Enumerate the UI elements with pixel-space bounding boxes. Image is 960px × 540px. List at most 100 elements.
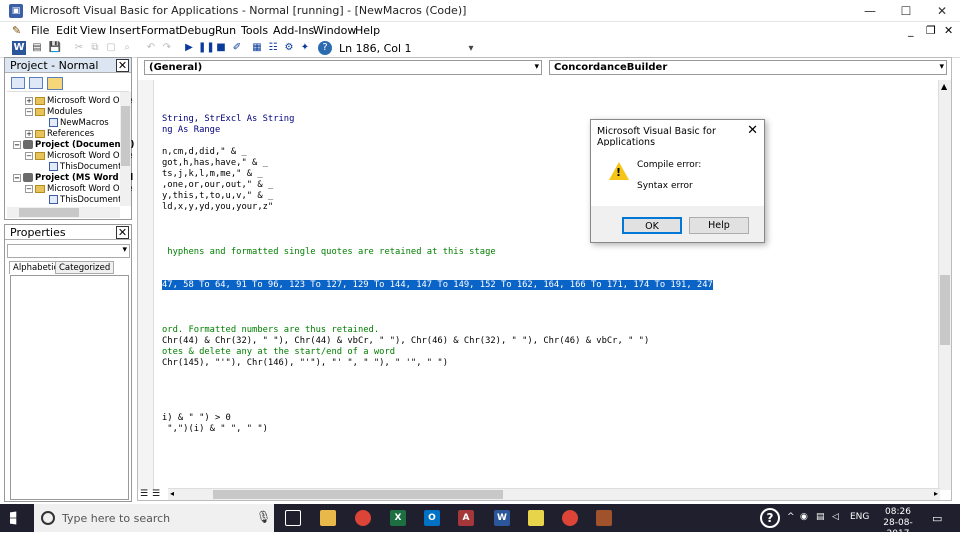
paste-icon[interactable]: ▢ — [104, 41, 118, 55]
language-indicator[interactable]: ENG — [850, 512, 869, 522]
break-icon[interactable]: ❚❚ — [198, 41, 215, 55]
procedure-combo[interactable]: ConcordanceBuilder ▾ — [549, 60, 947, 75]
clock[interactable]: 08:26 28-08-2017 — [874, 507, 922, 540]
cut-icon[interactable]: ✂ — [72, 41, 86, 55]
chevron-down-icon: ▾ — [534, 62, 539, 72]
taskbar-search[interactable]: Type here to search 🎙 — [34, 504, 274, 532]
code-minimize-button[interactable]: _ — [908, 24, 914, 37]
tree-item[interactable]: − Modules — [25, 107, 82, 117]
tree-item-project[interactable]: − Project (Document2) — [13, 140, 134, 150]
run-icon[interactable]: ▶ — [182, 41, 196, 55]
menu-insert[interactable]: Insert — [109, 24, 141, 37]
reset-icon[interactable]: ■ — [214, 41, 228, 55]
menu-bar: ✎ File Edit View Insert Format Debug Run… — [0, 22, 960, 39]
undo-icon[interactable]: ↶ — [144, 41, 158, 55]
design-mode-icon[interactable]: ✐ — [230, 41, 244, 55]
tree-item[interactable]: − Microsoft Word Obje — [25, 184, 133, 194]
object-combo[interactable]: (General) ▾ — [144, 60, 542, 75]
outlook-icon[interactable]: O — [424, 510, 440, 526]
close-button[interactable]: ✕ — [924, 0, 960, 22]
project-panel-close-icon[interactable]: ✕ — [116, 59, 129, 72]
scroll-up-icon[interactable]: ▲ — [941, 82, 947, 91]
dialog-close-icon[interactable]: ✕ — [747, 123, 758, 138]
copy-icon[interactable]: ⧉ — [88, 41, 102, 55]
menu-addins[interactable]: Add-Ins — [273, 24, 314, 37]
project-hscrollbar[interactable] — [7, 207, 120, 218]
file-explorer-icon[interactable] — [320, 510, 336, 526]
scroll-left-icon[interactable]: ◂ — [170, 489, 174, 498]
word-icon[interactable]: W — [12, 41, 26, 55]
toggle-folders-icon[interactable] — [47, 77, 63, 90]
tree-item[interactable]: + Microsoft Word Obje — [25, 96, 133, 106]
sticky-notes-icon[interactable] — [528, 510, 544, 526]
network-icon[interactable]: ▤ — [816, 512, 825, 522]
view-code-icon[interactable] — [11, 77, 25, 89]
object-browser-icon[interactable]: ⚙ — [282, 41, 296, 55]
object-select[interactable]: ▾ — [7, 244, 130, 258]
code-restore-button[interactable]: ❐ — [926, 24, 936, 37]
tree-item[interactable]: + References — [25, 129, 94, 139]
scroll-thumb[interactable] — [19, 208, 79, 217]
procedure-view-icon[interactable]: ☰ — [140, 489, 148, 499]
properties-window-icon[interactable]: ☷ — [266, 41, 280, 55]
task-view-icon[interactable] — [285, 510, 301, 526]
minimize-button[interactable]: — — [852, 0, 888, 22]
menu-run[interactable]: Run — [215, 24, 236, 37]
code-line: n,cm,d,did," & _ — [162, 147, 247, 157]
property-grid[interactable] — [10, 275, 129, 500]
properties-panel-close-icon[interactable]: ✕ — [116, 226, 129, 239]
menu-view[interactable]: View — [80, 24, 106, 37]
code-area[interactable]: String, StrExcl As String ng As Range n,… — [154, 80, 939, 482]
word-taskbar-icon[interactable]: W — [494, 510, 510, 526]
volume-icon[interactable]: ◁ — [832, 512, 839, 522]
save-icon[interactable]: 💾 — [48, 41, 62, 55]
tree-item-newmacros[interactable]: NewMacros — [49, 118, 109, 128]
tree-item[interactable]: ThisDocument — [49, 162, 121, 172]
chrome-icon[interactable] — [562, 510, 578, 526]
menu-edit[interactable]: Edit — [56, 24, 77, 37]
toolbar-options-icon[interactable]: ▾ — [464, 42, 478, 56]
chevron-down-icon: ▾ — [939, 62, 944, 72]
help-tray-icon[interactable]: ? — [760, 508, 780, 528]
code-close-button[interactable]: ✕ — [944, 24, 953, 37]
insert-module-icon[interactable]: ▤ — [30, 41, 44, 55]
project-vscrollbar[interactable] — [120, 92, 131, 206]
full-module-view-icon[interactable]: ☰ — [152, 489, 160, 499]
code-hscrollbar[interactable]: ◂ ▸ — [168, 488, 940, 500]
menu-debug[interactable]: Debug — [179, 24, 215, 37]
margin-indicator-bar[interactable] — [138, 80, 154, 490]
scroll-right-icon[interactable]: ▸ — [934, 489, 938, 498]
redo-icon[interactable]: ↷ — [160, 41, 174, 55]
maximize-button[interactable]: ☐ — [888, 0, 924, 22]
code-vscrollbar[interactable]: ▲ — [938, 80, 951, 490]
excel-icon[interactable]: X — [390, 510, 406, 526]
tab-categorized[interactable]: Categorized — [55, 261, 115, 274]
find-icon[interactable]: ⌕ — [120, 41, 134, 55]
menu-format[interactable]: Format — [141, 24, 180, 37]
app-icon[interactable] — [596, 510, 612, 526]
help-button[interactable]: Help — [689, 217, 749, 234]
view-object-icon[interactable] — [29, 77, 43, 89]
tray-app-icon[interactable]: ◉ — [800, 512, 808, 522]
menu-help[interactable]: Help — [355, 24, 380, 37]
scroll-thumb[interactable] — [121, 106, 130, 166]
tree-item[interactable]: − Microsoft Word Obje — [25, 151, 133, 161]
scroll-thumb[interactable] — [213, 490, 503, 499]
microphone-icon[interactable]: 🎙 — [256, 510, 271, 524]
menu-window[interactable]: Window — [313, 24, 356, 37]
chrome-icon[interactable] — [355, 510, 371, 526]
notifications-icon[interactable]: ▭ — [932, 512, 942, 525]
project-explorer-icon[interactable]: ▦ — [250, 41, 264, 55]
menu-tools[interactable]: Tools — [241, 24, 268, 37]
project-icon — [23, 140, 33, 149]
windows-start-icon[interactable] — [10, 511, 17, 525]
scroll-thumb[interactable] — [940, 275, 950, 345]
menu-file[interactable]: File — [31, 24, 49, 37]
access-icon[interactable]: A — [458, 510, 474, 526]
help-icon[interactable]: ? — [318, 41, 332, 55]
toolbox-icon[interactable]: ✦ — [298, 41, 312, 55]
tray-chevron-icon[interactable]: ^ — [787, 512, 795, 522]
tree-item[interactable]: ThisDocument — [49, 195, 121, 205]
tree-item-project[interactable]: − Project (MS Word Fil — [13, 173, 133, 183]
ok-button[interactable]: OK — [622, 217, 682, 234]
